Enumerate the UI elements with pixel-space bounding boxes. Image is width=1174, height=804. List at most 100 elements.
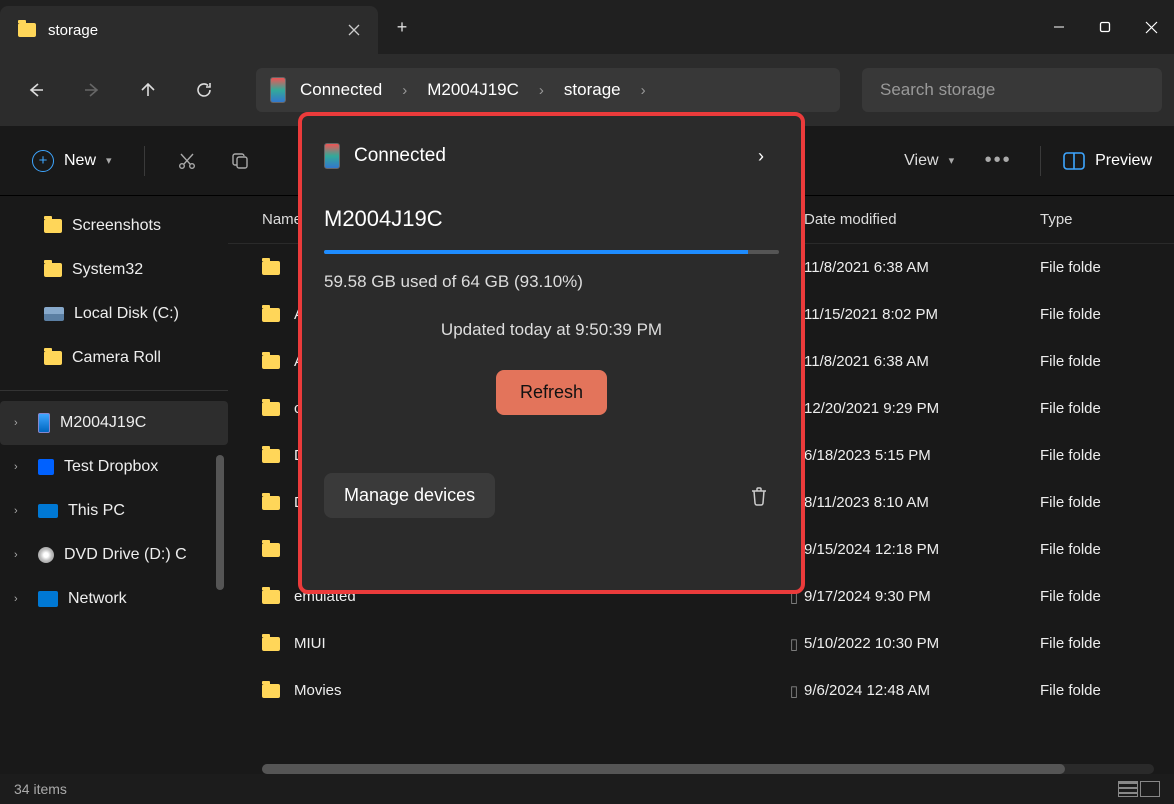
search-input[interactable]: Search storage	[862, 68, 1162, 112]
sidebar-item[interactable]: › Network	[0, 577, 228, 621]
updated-text: Updated today at 9:50:39 PM	[324, 320, 779, 340]
folder-icon	[262, 402, 280, 416]
sidebar-item[interactable]: › This PC	[0, 489, 228, 533]
sidebar-item[interactable]: › Test Dropbox	[0, 445, 228, 489]
device-badge-icon: ▯	[784, 635, 804, 653]
titlebar: storage +	[0, 0, 1174, 54]
folder-icon	[262, 496, 280, 510]
sidebar-item-label: Test Dropbox	[64, 458, 158, 476]
file-date: 6/18/2023 5:15 PM	[804, 447, 1040, 464]
storage-progress	[324, 250, 779, 254]
sidebar-item[interactable]: ›M2004J19C	[0, 401, 228, 445]
chevron-right-icon: ›	[396, 82, 413, 99]
folder-icon	[262, 261, 280, 275]
view-button[interactable]: View▾	[894, 146, 964, 176]
close-window-button[interactable]	[1128, 0, 1174, 54]
col-type[interactable]: Type	[1040, 211, 1174, 228]
chevron-right-icon: ›	[14, 505, 28, 517]
folder-icon	[262, 543, 280, 557]
copy-button[interactable]	[221, 141, 261, 181]
breadcrumb-seg[interactable]: storage	[554, 80, 631, 100]
storage-usage: 59.58 GB used of 64 GB (93.10%)	[324, 272, 779, 292]
sidebar-item-label: DVD Drive (D:) C	[64, 546, 187, 564]
manage-devices-button[interactable]: Manage devices	[324, 473, 495, 518]
sidebar-item-label: System32	[72, 261, 143, 279]
new-button[interactable]: + New ▾	[22, 144, 122, 178]
file-name: MIUI	[294, 635, 326, 652]
tiles-view-icon[interactable]	[1140, 781, 1160, 797]
folder-icon	[18, 23, 36, 37]
chevron-right-icon: ›	[14, 461, 28, 473]
status-bar: 34 items	[0, 774, 1174, 804]
tab-title: storage	[48, 22, 98, 39]
sidebar-item[interactable]: › DVD Drive (D:) C	[0, 533, 228, 577]
file-date: 5/10/2022 10:30 PM	[804, 635, 1040, 652]
folder-icon	[262, 308, 280, 322]
tab-storage[interactable]: storage	[0, 6, 378, 54]
up-button[interactable]	[124, 66, 172, 114]
trash-icon[interactable]	[739, 476, 779, 516]
sidebar-item-label: Screenshots	[72, 217, 161, 235]
breadcrumb[interactable]: Connected › M2004J19C › storage ›	[256, 68, 840, 112]
new-tab-button[interactable]: +	[378, 0, 426, 54]
sidebar-item[interactable]: Local Disk (C:)	[0, 292, 228, 336]
chevron-right-icon: ›	[14, 417, 28, 429]
chevron-right-icon: ›	[14, 549, 28, 561]
file-date: 9/17/2024 9:30 PM	[804, 588, 1040, 605]
col-date[interactable]: Date modified	[804, 211, 1040, 228]
separator	[144, 146, 145, 176]
file-name: Movies	[294, 682, 342, 699]
refresh-button[interactable]: Refresh	[496, 370, 607, 415]
file-type: File folde	[1040, 353, 1174, 370]
cut-button[interactable]	[167, 141, 207, 181]
minimize-button[interactable]	[1036, 0, 1082, 54]
table-row[interactable]: Movies ▯ 9/6/2024 12:48 AM File folde	[228, 667, 1174, 714]
preview-button[interactable]: Preview	[1063, 152, 1152, 170]
file-date: 8/11/2023 8:10 AM	[804, 494, 1040, 511]
device-icon	[270, 77, 286, 103]
breadcrumb-seg[interactable]: M2004J19C	[417, 80, 529, 100]
maximize-button[interactable]	[1082, 0, 1128, 54]
sidebar-item-label: Network	[68, 590, 127, 608]
separator	[1040, 146, 1041, 176]
breadcrumb-seg[interactable]: Connected	[290, 80, 392, 100]
device-badge-icon: ▯	[784, 682, 804, 700]
forward-button[interactable]	[68, 66, 116, 114]
file-type: File folde	[1040, 635, 1174, 652]
file-type: File folde	[1040, 306, 1174, 323]
file-date: 11/8/2021 6:38 AM	[804, 259, 1040, 276]
file-type: File folde	[1040, 682, 1174, 699]
refresh-nav-button[interactable]	[180, 66, 228, 114]
folder-icon	[262, 637, 280, 651]
chevron-right-icon: ›	[635, 82, 652, 99]
file-type: File folde	[1040, 541, 1174, 558]
details-view-icon[interactable]	[1118, 781, 1138, 797]
chevron-right-icon: ›	[533, 82, 550, 99]
sidebar: Screenshots System32 Local Disk (C:)Camera…	[0, 196, 228, 774]
sidebar-item-label: This PC	[68, 502, 125, 520]
file-date: 11/15/2021 8:02 PM	[804, 306, 1040, 323]
device-icon	[324, 143, 340, 169]
sidebar-item[interactable]: System32	[0, 248, 228, 292]
folder-icon	[262, 590, 280, 604]
device-popup: Connected › M2004J19C 59.58 GB used of 6…	[298, 112, 805, 594]
table-row[interactable]: MIUI ▯ 5/10/2022 10:30 PM File folde	[228, 620, 1174, 667]
file-type: File folde	[1040, 400, 1174, 417]
back-button[interactable]	[12, 66, 60, 114]
preview-icon	[1063, 152, 1085, 170]
device-name: M2004J19C	[324, 206, 779, 232]
sidebar-item[interactable]: Screenshots	[0, 204, 228, 248]
sidebar-item[interactable]: Camera Roll	[0, 336, 228, 380]
horizontal-scrollbar[interactable]	[262, 764, 1154, 774]
sidebar-scrollbar[interactable]	[216, 455, 224, 590]
chevron-right-icon[interactable]: ›	[743, 138, 779, 174]
chevron-right-icon: ›	[14, 593, 28, 605]
close-tab-icon[interactable]	[348, 24, 360, 36]
plus-circle-icon: +	[32, 150, 54, 172]
chevron-down-icon: ▾	[106, 154, 112, 167]
more-button[interactable]: •••	[978, 141, 1018, 181]
file-date: 9/6/2024 12:48 AM	[804, 682, 1040, 699]
file-type: File folde	[1040, 259, 1174, 276]
folder-icon	[262, 449, 280, 463]
separator	[0, 390, 228, 391]
